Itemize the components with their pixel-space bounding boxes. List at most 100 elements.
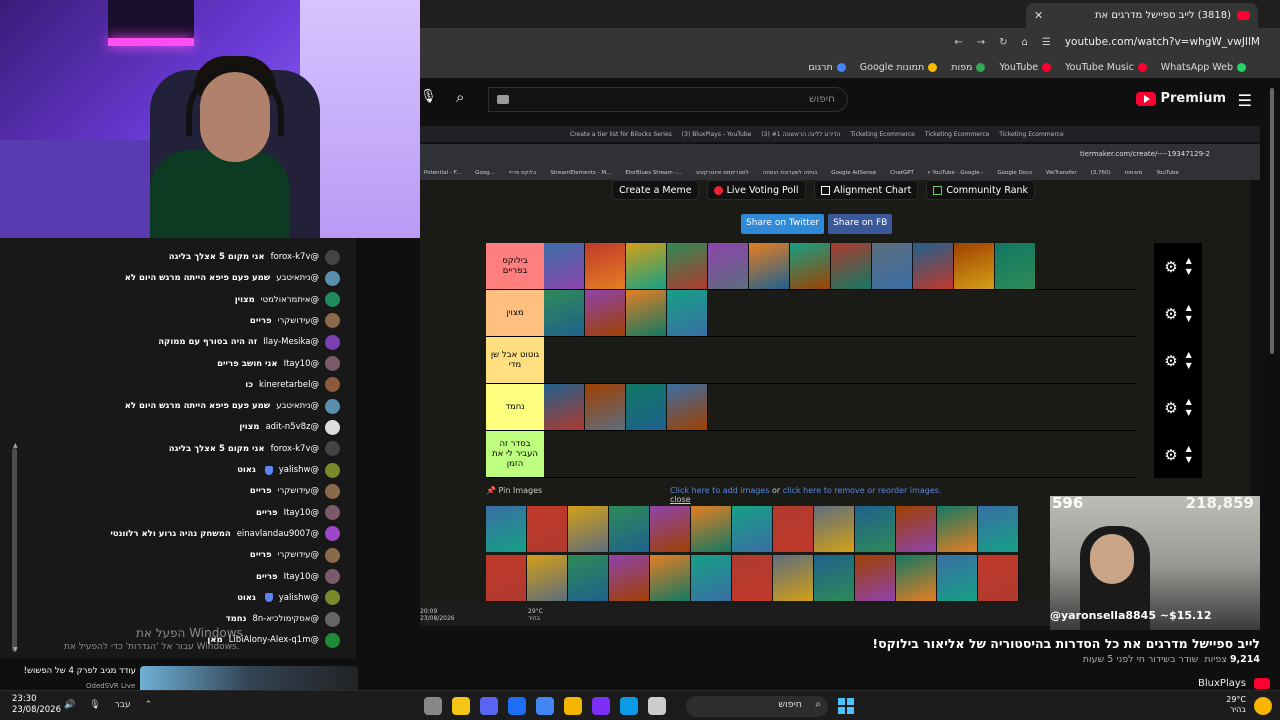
member-badge-icon — [264, 593, 273, 603]
avatar[interactable] — [325, 441, 340, 457]
taskbar-app-icon[interactable] — [508, 697, 526, 715]
reload-icon[interactable]: ↻ — [999, 37, 1007, 48]
taskbar-app-icon[interactable] — [452, 697, 470, 715]
chat-username[interactable]: @ניתאיטבע — [276, 273, 319, 283]
site-settings-icon[interactable]: ☰ — [1042, 37, 1051, 48]
add-images-link: Click here to add images — [670, 486, 770, 495]
chat-username[interactable]: @Itay10 — [284, 508, 319, 518]
search-icon: ⌕ — [815, 699, 821, 710]
avatar[interactable] — [325, 569, 340, 584]
chat-text: נחמד — [225, 614, 247, 625]
mic-icon[interactable]: 🎙 — [89, 700, 100, 710]
start-button[interactable] — [838, 698, 854, 714]
scroll-down-icon[interactable]: ▼ — [13, 646, 18, 653]
avatar[interactable] — [325, 505, 340, 521]
avatar[interactable] — [325, 249, 340, 265]
chat-username[interactable]: @yalishw — [279, 465, 319, 475]
taskbar-app-icon[interactable] — [564, 697, 582, 715]
pool-thumbnail — [568, 555, 609, 601]
avatar[interactable] — [325, 356, 340, 371]
bookmark-item[interactable]: תמונות Google — [860, 62, 938, 73]
taskbar-app-icon[interactable] — [620, 697, 638, 715]
avatar[interactable] — [325, 292, 340, 308]
bookmark-item[interactable]: YouTube Music — [1065, 62, 1147, 73]
page-scrollbar[interactable] — [1268, 88, 1276, 678]
taskbar-app-icon[interactable] — [592, 697, 610, 715]
keyboard-icon[interactable] — [497, 95, 509, 104]
stream-bookmark: משימות — [1124, 170, 1143, 176]
chat-username[interactable]: @kineretarbel — [259, 380, 319, 390]
next-video-title: עודד מגיב לפרק 4 של הפשוש! — [23, 666, 136, 676]
bookmark-item[interactable]: YouTube — [999, 62, 1052, 73]
search-input[interactable]: חיפוש — [488, 87, 848, 112]
chat-username[interactable]: @Ilay-Mesika — [263, 337, 319, 347]
video-meta: 9,214 צפיות שודר בשידור חי לפני 5 שעות — [1082, 654, 1260, 665]
taskbar-app-icon[interactable] — [424, 697, 442, 715]
avatar[interactable] — [325, 526, 340, 542]
search-icon[interactable]: ⌕ — [456, 88, 464, 106]
stream-bookmarks: Potential - F... Goog... בלוקס פרויי Stream… — [420, 166, 1260, 180]
chat-username[interactable]: @Itay10 — [284, 359, 319, 369]
video-player[interactable]: Create a tier list for Bilocks Series (3)… — [420, 120, 1260, 630]
channel-name[interactable]: BluxPlays — [1198, 678, 1246, 689]
avatar[interactable] — [325, 462, 340, 478]
taskbar-app-icon[interactable] — [480, 697, 498, 715]
chat-username[interactable]: @adit-n5v8z — [265, 422, 319, 432]
avatar[interactable] — [325, 632, 340, 648]
bookmark-item[interactable]: תרגום — [808, 62, 846, 73]
avatar[interactable] — [325, 334, 340, 350]
avatar[interactable] — [325, 547, 340, 563]
url-field[interactable]: youtube.com/watch?v=whgW_vwJIlM — [1065, 36, 1260, 48]
chat-username[interactable]: @forox-k7v — [271, 252, 319, 262]
speaker-icon[interactable]: 🔊 — [64, 700, 75, 710]
avatar[interactable] — [325, 377, 340, 393]
bookmark-item[interactable]: מפות — [951, 62, 986, 73]
stream-bookmark: WeTransfer — [1046, 170, 1077, 176]
forward-icon[interactable]: → — [977, 37, 985, 48]
chat-username[interactable]: @forox-k7v — [271, 444, 319, 454]
bookmark-item[interactable]: WhatsApp Web — [1161, 62, 1246, 73]
clock[interactable]: 23:30 23/08/2026 — [12, 694, 61, 715]
chat-scrollbar[interactable] — [12, 448, 17, 652]
avatar[interactable] — [325, 313, 340, 329]
chat-username[interactable]: @איתמראולמטי — [261, 295, 319, 305]
close-icon[interactable]: ✕ — [1034, 9, 1043, 22]
hamburger-menu-icon[interactable]: ☰ — [1238, 91, 1252, 110]
youtube-logo[interactable]: Premium — [1136, 91, 1226, 106]
chat-username[interactable]: @עידושקרי — [278, 316, 319, 326]
tier-thumbnail — [749, 243, 790, 289]
chevron-up-icon[interactable]: ⌃ — [145, 700, 153, 710]
browser-tab-active[interactable]: (3818) לייב ספיישל מדרגים את ✕ — [1026, 3, 1258, 28]
stream-bookmark: Google AdSense — [831, 170, 877, 176]
chat-username[interactable]: @ניתאיטבע — [276, 401, 319, 411]
avatar[interactable] — [325, 590, 340, 606]
avatar[interactable] — [325, 419, 340, 435]
avatar[interactable] — [325, 270, 340, 286]
back-icon[interactable]: ← — [954, 37, 962, 48]
chat-username[interactable]: @אסקימולכיא-8n — [253, 614, 320, 624]
pool-thumbnail — [691, 555, 732, 601]
avatar[interactable] — [325, 398, 340, 414]
pool-thumbnail — [486, 506, 527, 552]
chat-username[interactable]: @yalishw — [279, 593, 319, 603]
avatar[interactable] — [325, 611, 340, 627]
home-icon[interactable]: ⌂ — [1022, 37, 1028, 48]
chat-username[interactable]: @Itay10 — [284, 572, 319, 582]
close-link: close — [670, 495, 691, 504]
weather-widget[interactable]: 29°C בהיר — [1226, 695, 1246, 715]
pool-thumbnail — [814, 506, 855, 552]
taskbar-search[interactable]: ⌕ חיפוש — [686, 696, 828, 717]
taskbar-app-icon[interactable] — [536, 697, 554, 715]
next-video-preview[interactable]: עודד מגיב לפרק 4 של הפשוש! OdedSVR Live — [0, 658, 420, 690]
chat-username[interactable]: @עידושקרי — [278, 486, 319, 496]
mic-icon[interactable]: 🎙 — [420, 89, 437, 104]
chat-username[interactable]: @LibiAlony-Alex-q1m — [229, 635, 319, 645]
tier-items — [544, 337, 1136, 383]
chat-username[interactable]: @עידושקרי — [278, 550, 319, 560]
taskbar-app-icon[interactable] — [648, 697, 666, 715]
language-indicator[interactable]: עבר — [115, 700, 131, 710]
chat-username[interactable]: @einavlandau9007 — [237, 529, 319, 539]
avatar[interactable] — [325, 483, 340, 499]
tier-thumbnail — [954, 243, 995, 289]
tier-list: בילוקס בפריים ⚙ ▲ ▼ מצוין ⚙ ▲ ▼ גוטוט אבל שן מדי… — [486, 243, 1202, 478]
